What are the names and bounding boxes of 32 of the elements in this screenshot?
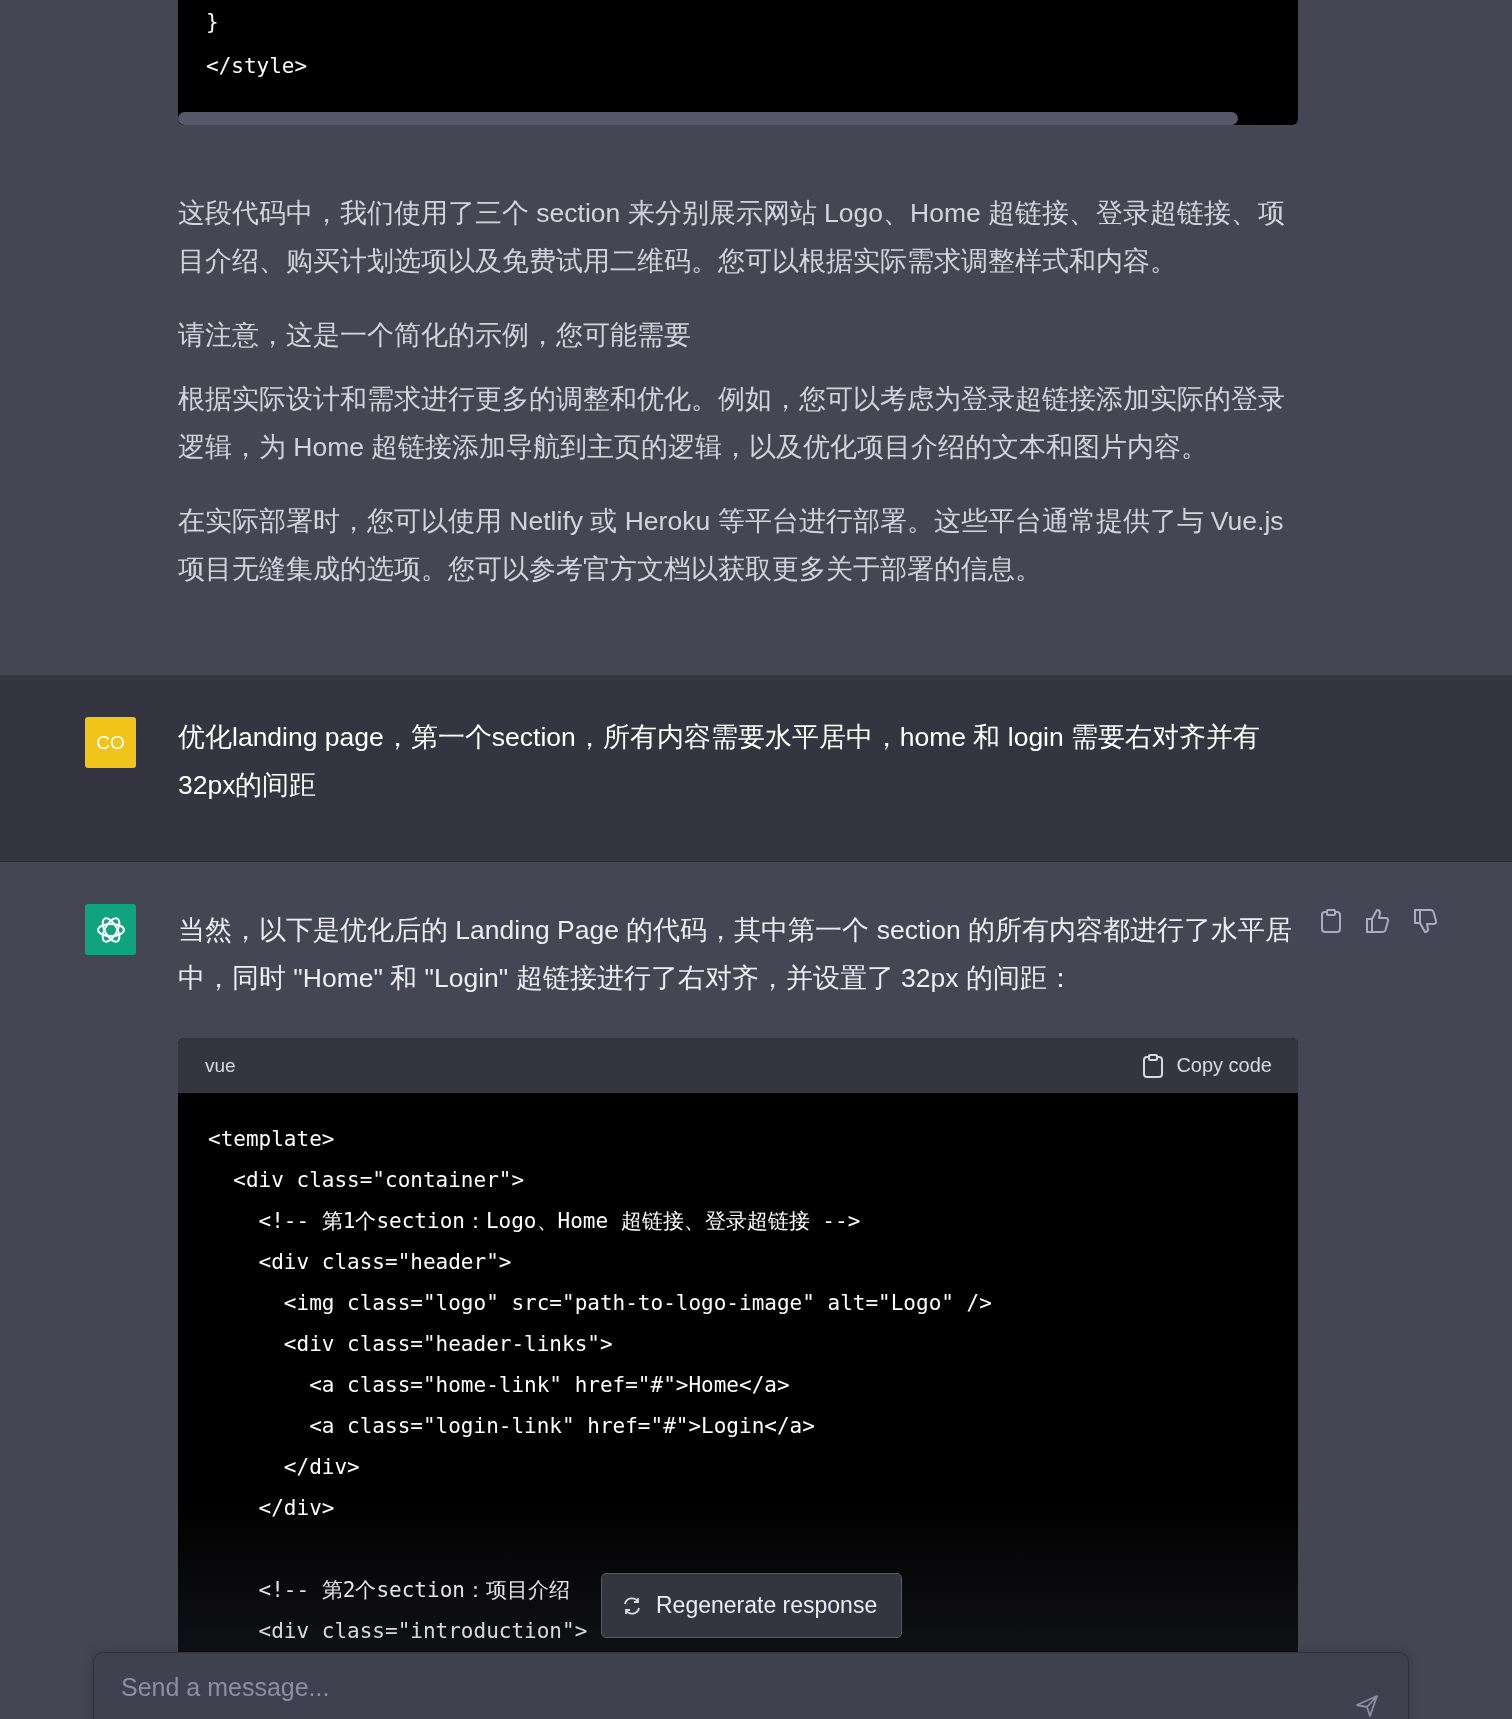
reply-paragraph: 请注意，这是一个简化的示例，您可能需要 [178, 319, 692, 352]
user-avatar: CO [85, 717, 136, 768]
code-line: <template> [208, 1126, 335, 1153]
reply-paragraph: 根据实际设计和需求进行更多的调整和优化。例如，您可以考虑为登录超链接添加实际的登录逻辑，为 Home 超链接添加导航到主页的逻辑，以及优化项目介绍的文本和图片内容。 [178, 383, 1286, 464]
code-line: <a class="login-link" href="#">Login</a> [308, 1413, 815, 1440]
code-line: <img class="logo" src="path-to-logo-image" alt="Logo" /> [282, 1290, 992, 1317]
code-line: } [206, 9, 219, 36]
clipboard-icon[interactable] [1320, 908, 1342, 934]
reply-paragraph: 在实际部署时，您可以使用 Netlify 或 Heroku 等平台进行部署。这些平台通常提供了与 Vue.js 项目无缝集成的选项。您可以参考官方文档以获取更多关于部署的信息。 [178, 505, 1285, 586]
thumbs-up-icon[interactable] [1364, 908, 1390, 934]
reply-paragraph: 这段代码中，我们使用了三个 section 来分别展示网站 Logo、Home 超链接、登录超链接、项目介绍、购买计划选项以及免费试用二维码。您可以根据实际需求调整样式和内容。 [178, 197, 1287, 278]
message-input[interactable]: Send a message... [121, 1673, 1021, 1702]
regenerate-button[interactable]: Regenerate response [601, 1573, 902, 1638]
reply-text: 当然，以下是优化后的 Landing Page 的代码，其中第一个 section 的所有内容都进行了水平居中，同时 "Home" 和 "Login" 超链接进行了右对齐，并设置了 32px 的间距： [178, 914, 1293, 995]
code-line: <div class="header-links"> [282, 1331, 613, 1358]
code-line: </style> [206, 53, 308, 80]
language-label: vue [205, 1054, 236, 1077]
scrollbar[interactable] [178, 112, 1238, 125]
code-line: <div class="container"> [232, 1167, 525, 1194]
copy-code-button[interactable]: Copy code [1142, 1052, 1272, 1079]
thumbs-down-icon[interactable] [1412, 908, 1438, 934]
code-line: </div> [257, 1495, 335, 1522]
code-line: <div class="header"> [257, 1249, 512, 1276]
clipboard-icon [1142, 1052, 1165, 1079]
send-icon[interactable] [1354, 1693, 1380, 1719]
code-line: </div> [282, 1454, 360, 1481]
user-message: 优化landing page，第一个section，所有内容需要水平居中，home 和 login 需要右对齐并有32px的间距 [178, 721, 1262, 802]
code-line: <!-- 第2个section：项目介绍 [257, 1577, 570, 1604]
code-line: <div class="introduction"> [257, 1618, 588, 1645]
code-line: <a class="home-link" href="#">Home</a> [308, 1372, 790, 1399]
refresh-icon [622, 1595, 642, 1616]
code-line: <!-- 第1个section：Logo、Home 超链接、登录超链接 --> [257, 1208, 861, 1235]
